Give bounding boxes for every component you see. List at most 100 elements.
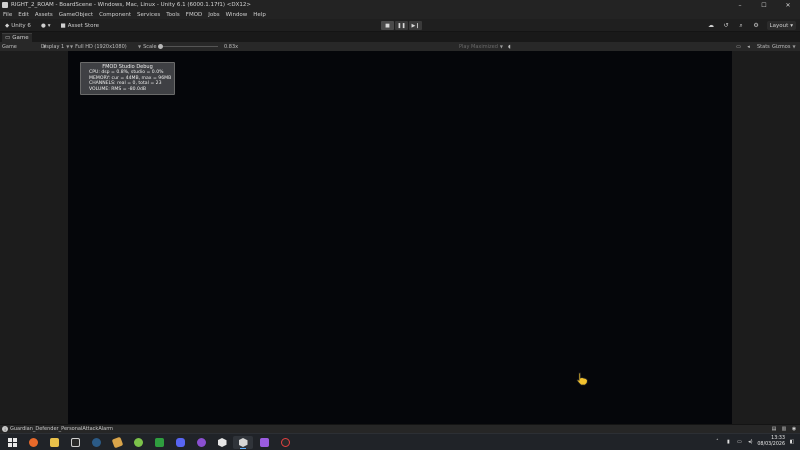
menu-services[interactable]: Services (137, 12, 160, 18)
search-icon[interactable]: ⌕ (737, 21, 746, 30)
game-view-toolbar: Game ▼ Display 1 ▼ ▼ Full HD (1920x1080)… (0, 42, 800, 51)
taskbar-firefox[interactable] (23, 436, 43, 449)
play-mode-select[interactable]: Play Maximized ▼ (459, 42, 503, 51)
window-controls: – ☐ ✕ (728, 0, 800, 10)
history-icon[interactable]: ↺ (722, 21, 731, 30)
letterbox-right (732, 51, 800, 424)
menu-jobs[interactable]: Jobs (208, 12, 219, 18)
pause-button[interactable]: ❚❚ (395, 21, 408, 30)
letterbox-left (0, 51, 68, 424)
firefox-icon (28, 438, 38, 447)
visual-studio-icon (259, 438, 269, 447)
tab-game[interactable]: ▭ Game (2, 33, 32, 42)
aspect-button[interactable]: ▭ (735, 42, 742, 51)
github-icon (196, 438, 206, 447)
folder-icon (49, 438, 59, 447)
cloud-icon[interactable]: ☁ (707, 21, 716, 30)
progress-icon[interactable]: ◉ (791, 426, 797, 432)
menu-fmod[interactable]: FMOD (186, 12, 202, 18)
windows-logo-icon (7, 438, 17, 447)
menu-tools[interactable]: Tools (166, 12, 180, 18)
layout-dropdown[interactable]: Layout ▾ (766, 21, 796, 30)
display-select[interactable]: Display 1 ▼ (41, 42, 69, 51)
menu-gameobject[interactable]: GameObject (59, 12, 93, 18)
taskbar-obs[interactable] (275, 436, 295, 449)
windows-taskbar: ˄ ▮ ▭ ◂) 13:33 08/03/2026 ◧ (0, 433, 800, 450)
menu-edit[interactable]: Edit (18, 12, 29, 18)
account-button[interactable]: ● ▾ (38, 21, 54, 30)
display-select-value: Display 1 (41, 43, 65, 50)
game-screen[interactable] (68, 51, 732, 424)
play-mode-value: Play Maximized (459, 43, 498, 50)
clock-date: 08/03/2026 (757, 442, 785, 447)
scale-label: Scale (143, 43, 157, 50)
taskbar-lime[interactable] (128, 436, 148, 449)
step-icon: ▶❙ (411, 22, 420, 29)
fmod-channels-line: CHANNELS: real = 0, total = 23 (89, 81, 162, 86)
volume-icon[interactable]: ◂) (746, 438, 754, 446)
view-select[interactable]: Game ▼ (2, 42, 46, 51)
info-icon: i (2, 426, 8, 432)
taskbar-discord[interactable] (170, 436, 190, 449)
taskbar-steam[interactable] (86, 436, 106, 449)
chevron-down-icon: ▾ (790, 22, 793, 29)
taskbar-unity-hub[interactable] (212, 436, 232, 449)
console-icon[interactable]: ▤ (771, 426, 777, 432)
chevron-down-icon: ▼ (70, 44, 74, 49)
chevron-down-icon: ▼ (138, 44, 142, 49)
taskbar-xbox[interactable] (149, 436, 169, 449)
menu-file[interactable]: File (3, 12, 12, 18)
unity-icon (238, 438, 248, 447)
minimize-button[interactable]: – (728, 0, 752, 10)
asset-store-button[interactable]: ■ Asset Store (58, 21, 103, 30)
taskbar-visual-studio[interactable] (254, 436, 274, 449)
xbox-icon (154, 438, 164, 447)
notification-icon[interactable]: ◧ (788, 438, 796, 446)
scale-slider-track[interactable] (160, 46, 218, 47)
lime-icon (133, 438, 143, 447)
scale-slider-handle[interactable] (158, 44, 163, 49)
window-title: RIGHT_2_ROAM - BoardScene - Windows, Mac… (11, 2, 252, 8)
status-bar: i Guardian_Defender_PersonalAttackAlarm … (0, 424, 800, 433)
view-select-value: Game (2, 43, 17, 50)
unity-hub-icon (217, 438, 227, 447)
close-button[interactable]: ✕ (776, 0, 800, 10)
menu-component[interactable]: Component (99, 12, 131, 18)
tab-strip: ▭ Game (0, 33, 800, 42)
taskbar-epic[interactable] (65, 436, 85, 449)
fmod-volume-line: VOLUME: RMS = -80.0dB (89, 86, 147, 92)
maximize-button[interactable]: ☐ (752, 0, 776, 10)
start-button[interactable] (2, 436, 22, 449)
menu-help[interactable]: Help (253, 12, 266, 18)
gamepad-icon: ▭ (5, 35, 11, 41)
chevron-up-icon[interactable]: ˄ (713, 438, 721, 446)
resolution-select[interactable]: ▼ Full HD (1920x1080) (70, 42, 127, 51)
asset-store-icon: ■ (60, 22, 66, 29)
settings-icon[interactable]: ⚙ (752, 21, 761, 30)
fmod-debug-panel: FMOD Studio Debug CPU: dsp = 0.8%, studi… (80, 62, 175, 95)
menu-window[interactable]: Window (226, 12, 248, 18)
stats-button[interactable]: Stats (757, 42, 770, 51)
taskbar-ticket[interactable] (107, 436, 127, 449)
taskbar-github[interactable] (191, 436, 211, 449)
frame-icon: ▭ (736, 43, 741, 50)
gizmos-button[interactable]: Gizmos ▼ (772, 42, 796, 51)
layout-label: Layout (769, 22, 789, 29)
chevron-down-icon: ▼ (499, 44, 503, 49)
taskbar-unity[interactable] (233, 436, 253, 449)
microphone-icon[interactable]: ▮ (724, 438, 732, 446)
unity-account-button[interactable]: ◆ Unity 6 (2, 21, 34, 30)
menu-assets[interactable]: Assets (35, 12, 53, 18)
unity-label: Unity 6 (11, 22, 31, 29)
status-message[interactable]: Guardian_Defender_PersonalAttackAlarm (10, 426, 113, 432)
step-button[interactable]: ▶❙ (409, 21, 422, 30)
gizmos-label: Gizmos (772, 43, 791, 50)
mute-audio-button[interactable]: ◖ (506, 42, 513, 51)
network-icon[interactable]: ▭ (735, 438, 743, 446)
unity-app-icon (2, 2, 8, 8)
audio-toggle[interactable]: ◂ (745, 42, 752, 51)
cache-icon[interactable]: ▥ (781, 426, 787, 432)
clock[interactable]: 13:33 08/03/2026 (757, 436, 785, 448)
taskbar-explorer[interactable] (44, 436, 64, 449)
play-button[interactable]: ■ (381, 21, 394, 30)
